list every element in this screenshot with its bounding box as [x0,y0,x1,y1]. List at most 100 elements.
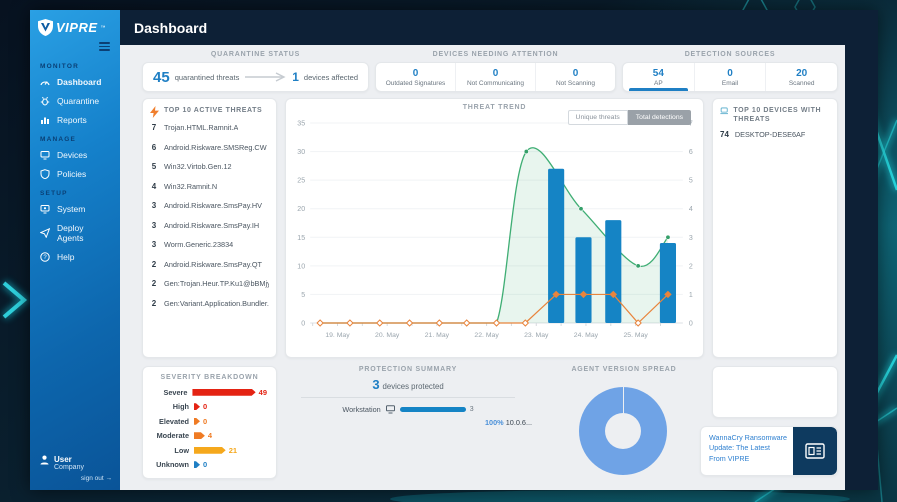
sidebar-section-setup: SETUP [40,189,68,197]
svg-text:21. May: 21. May [425,332,450,339]
workstation-icon [385,405,395,414]
page-header: Dashboard [120,10,878,45]
devices-affected-label: devices affected [303,72,358,82]
user-block: User Company [30,449,120,475]
svg-text:3: 3 [689,235,693,242]
divider [301,397,515,398]
sidebar-item-help[interactable]: ? Help [30,248,120,267]
sidebar-item-reports[interactable]: Reports [30,111,120,130]
sidebar-item-dashboard[interactable]: Dashboard [30,73,120,92]
svg-text:0: 0 [689,321,693,328]
top-threats-list: 7 Trojan.HTML.Ramnit.A 6 Android.Riskware.… [150,123,269,318]
devices-attention-section: DEVICES NEEDING ATTENTION 0 Outdated Sig… [375,51,616,92]
bar-chart-icon [41,117,49,124]
device-row: 74 DESKTOP-DESE6AF [720,129,806,139]
workstation-bar [399,407,466,412]
stat-not-scanning[interactable]: 0 Not Scanning [535,63,615,91]
detection-sources-title: DETECTION SOURCES [684,51,776,58]
donut-percent: 100% [485,418,504,427]
threat-row: 3 Worm.Generic.23834 [151,240,234,249]
svg-text:25. May: 25. May [623,332,648,339]
total-detections-toggle[interactable]: Total detections [627,110,691,125]
sidebar-item-deploy-agents[interactable]: Deploy Agents [30,219,120,248]
top-devices-card: TOP 10 DEVICES WITH THREATS 74 DESKTOP-D… [712,98,838,358]
threat-trend-card: THREAT TREND Unique threats Total detect… [285,98,704,358]
svg-text:30: 30 [297,149,305,156]
severity-bar [194,403,200,410]
stat-outdated-signatures[interactable]: 0 Outdated Signatures [376,63,455,91]
news-link[interactable]: WannaCry Ransomware Update: The Latest F… [701,427,793,475]
app-window: VIPRE ™ MONITOR Dashboard Quarantine Repo… [30,10,878,490]
svg-text:22. May: 22. May [474,332,499,339]
svg-text:4: 4 [689,206,693,213]
sidebar-item-system[interactable]: System [30,200,120,219]
user-company: Company [54,464,84,471]
sidebar-item-label: Dashboard [57,77,102,87]
stat-not-communicating[interactable]: 0 Not Communicating [455,63,535,91]
agent-version-donut [579,387,667,475]
severity-row: Elevated 0 [158,416,208,426]
severity-row: Severe 49 [163,387,267,397]
svg-text:25: 25 [297,178,305,185]
summary-row: QUARANTINE STATUS 45 quarantined threats… [142,51,838,92]
severity-bar [192,389,255,396]
screen: VIPRE ™ MONITOR Dashboard Quarantine Repo… [0,0,897,502]
logo-text: VIPRE [56,20,98,35]
sidebar-item-label: System [57,204,86,214]
news-icon-box [793,427,837,475]
severity-bar [194,461,200,468]
news-card: WannaCry Ransomware Update: The Latest F… [700,426,838,476]
sign-out-arrow-icon: → [105,475,113,482]
user-name: User [54,455,72,464]
bottom-right-column: WannaCry Ransomware Update: The Latest F… [700,366,838,479]
severity-bar [194,447,226,454]
system-monitor-icon [40,205,50,214]
logo-trademark: ™ [100,24,106,31]
severity-bar [194,418,200,425]
svg-text:24. May: 24. May [574,332,599,339]
severity-rows: Severe 49 High 0 Elevated 0 Moderate 4 Low 21… [152,385,267,472]
workstation-label: Workstation [342,405,381,414]
sidebar-item-policies[interactable]: Policies [30,165,120,184]
donut-segment-gap [622,387,624,414]
laptop-icon [720,107,728,115]
bug-icon [40,96,50,106]
vipre-shield-icon [38,19,53,36]
workstation-bar-value: 3 [469,406,474,413]
devices-affected-count: 1 [292,70,299,84]
svg-text:20: 20 [297,206,305,213]
svg-text:15: 15 [297,235,305,242]
threat-row: 6 Android.Riskware.SMSReg.CW [151,142,267,152]
svg-text:20. May: 20. May [375,332,400,339]
stat-email[interactable]: 0 Email [693,63,766,91]
top-threats-card: TOP 10 ACTIVE THREATS 7 Trojan.HTML.Ramni… [142,98,277,358]
quarantined-threats-label: quarantined threats [174,72,240,82]
severity-row: Low 21 [174,445,238,455]
bottom-center-zone: PROTECTION SUMMARY 3 devices protected Wo… [285,366,704,479]
unique-threats-toggle[interactable]: Unique threats [567,110,628,125]
user-icon [40,455,49,465]
sidebar: VIPRE ™ MONITOR Dashboard Quarantine Repo… [30,10,120,490]
sidebar-item-devices[interactable]: Devices [30,146,120,165]
stat-ap[interactable]: 54 AP [623,63,694,91]
severity-bar [194,432,205,439]
agent-version-title: AGENT VERSION SPREAD [571,366,677,373]
sidebar-item-label: Help [57,252,75,262]
severity-title: SEVERITY BREAKDOWN [160,374,259,381]
top-devices-title: TOP 10 DEVICES WITH THREATS [733,107,822,124]
sidebar-item-label: Deploy Agents [57,223,84,243]
sidebar-item-quarantine[interactable]: Quarantine [30,92,120,111]
svg-text:5: 5 [689,178,693,185]
donut-version-label: 10.0.6... [505,418,533,427]
sidebar-section-monitor: MONITOR [40,62,79,70]
bottom-row: SEVERITY BREAKDOWN Severe 49 High 0 Elevat… [142,366,838,479]
detection-sources-section: DETECTION SOURCES 54 AP 0 Email 20 Scann… [622,51,838,92]
sign-out-link[interactable]: sign out → [30,475,120,490]
svg-text:5: 5 [301,292,305,299]
svg-text:19. May: 19. May [325,332,350,339]
charts-row: TOP 10 ACTIVE THREATS 7 Trojan.HTML.Ramni… [142,98,838,358]
menu-icon[interactable] [99,40,110,53]
stat-scanned[interactable]: 20 Scanned [765,63,837,91]
threat-trend-chart: 0 05 110 215 320 425 530 635 719. May 20. May 21. … [297,121,693,339]
quarantine-status-section: QUARANTINE STATUS 45 quarantined threats… [142,51,369,92]
